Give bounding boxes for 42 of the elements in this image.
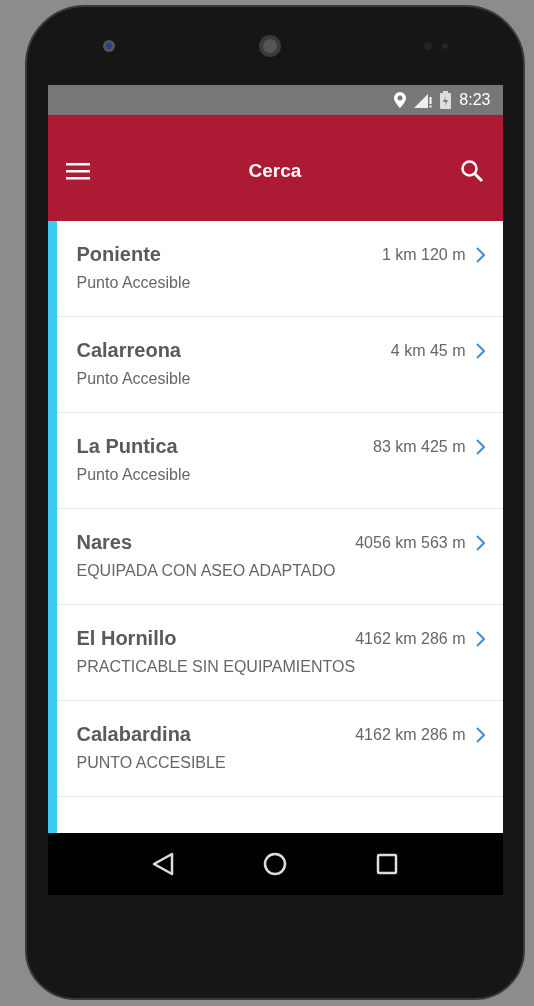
camera-icon — [102, 39, 116, 53]
place-row[interactable]: Nares 4056 km 563 m EQUIPADA CON ASEO ADAPTADO — [56, 509, 503, 605]
chevron-icon — [475, 726, 485, 743]
chevron-icon — [475, 342, 485, 359]
place-row[interactable]: Poniente 1 km 120 m Punto Accesible — [56, 221, 503, 317]
chevron-icon — [475, 534, 485, 551]
place-row[interactable]: El Hornillo 4162 km 286 m PRACTICABLE SIN EQUIPAMIENTOS — [56, 605, 503, 701]
place-name: El Hornillo — [76, 627, 177, 650]
place-category: EQUIPADA CON ASEO ADAPTADO — [76, 562, 337, 580]
search-button[interactable] — [460, 159, 485, 183]
place-distance: 4162 km 286 m — [355, 629, 466, 648]
place-row[interactable]: La Puntica 83 km 425 m Punto Accesible — [56, 413, 503, 509]
place-distance: 4162 km 286 m — [355, 725, 466, 744]
place-name: Nares — [76, 531, 133, 554]
screen-title: Cerca — [248, 160, 302, 182]
back-button[interactable] — [152, 852, 174, 876]
home-button[interactable] — [263, 852, 287, 876]
place-name: Poniente — [76, 243, 161, 266]
place-distance: 1 km 120 m — [381, 245, 466, 264]
status-time: 8:23 — [459, 91, 491, 109]
place-distance: 4 km 45 m — [390, 341, 466, 360]
chevron-icon — [475, 246, 485, 263]
signal-icon — [414, 92, 433, 108]
place-name: La Puntica — [76, 435, 178, 458]
recents-button[interactable] — [376, 853, 398, 875]
place-distance: 4056 km 563 m — [355, 533, 466, 552]
chevron-icon — [475, 438, 485, 455]
location-icon — [394, 92, 407, 108]
chevron-icon — [475, 630, 485, 647]
place-name: Calarreona — [76, 339, 181, 362]
place-category: Punto Accesible — [76, 466, 192, 484]
place-category: Punto Accesible — [76, 370, 192, 388]
place-name: Calabardina — [76, 723, 191, 746]
speaker-icon — [257, 34, 282, 58]
place-row[interactable]: Calarreona 4 km 45 m Punto Accesible — [56, 317, 503, 413]
battery-icon — [440, 91, 452, 109]
place-row[interactable]: Calabardina 4162 km 286 m PUNTO ACCESIBLE — [56, 701, 503, 797]
place-category: PUNTO ACCESIBLE — [76, 754, 227, 772]
place-category: Punto Accesible — [76, 274, 192, 292]
place-category: PRACTICABLE SIN EQUIPAMIENTOS — [76, 658, 357, 676]
place-distance: 83 km 425 m — [373, 437, 466, 456]
menu-button[interactable] — [65, 162, 90, 180]
